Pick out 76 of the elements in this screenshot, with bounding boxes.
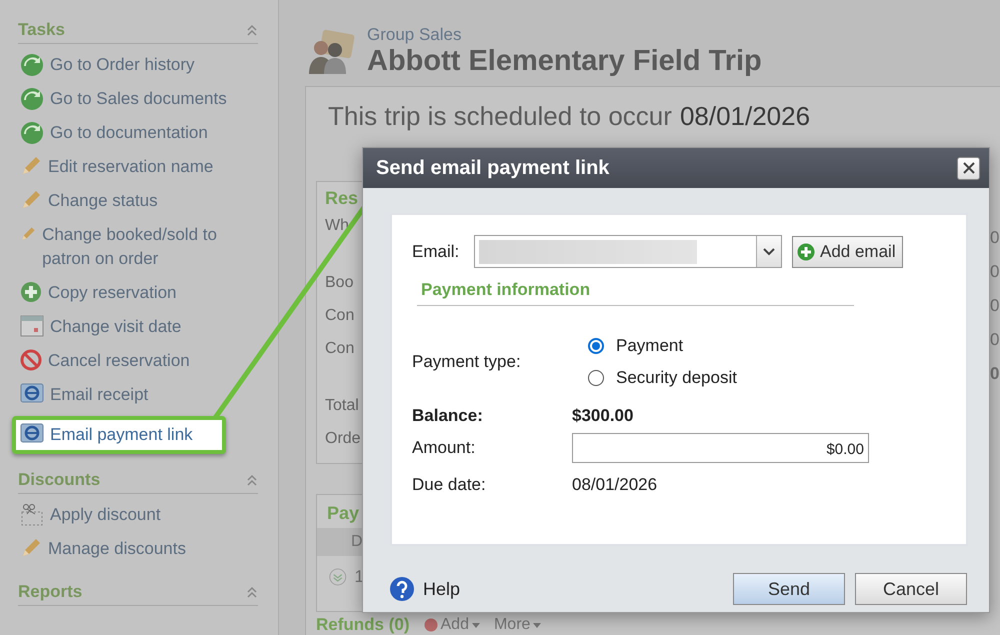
pencil-icon — [20, 537, 42, 559]
panel-title: Refunds (0) — [316, 616, 410, 634]
cancel-button[interactable]: Cancel — [855, 573, 967, 605]
pencil-icon — [20, 155, 42, 177]
balance-value: $300.00 — [572, 406, 634, 426]
close-icon — [962, 161, 976, 175]
field-label: Orde — [325, 429, 361, 449]
section-title: Reports — [18, 582, 82, 602]
amount-field[interactable]: $0.00 — [572, 433, 869, 463]
section-heading: Payment information — [421, 280, 590, 299]
breadcrumb[interactable]: Group Sales — [367, 24, 762, 44]
caret-icon — [763, 248, 775, 256]
task-link[interactable]: Go to Order history — [18, 48, 258, 82]
radio-option[interactable]: Payment — [588, 336, 737, 356]
add-email-button[interactable]: Add email — [792, 236, 903, 268]
value-text: 0 — [990, 295, 1000, 317]
collapse-icon[interactable] — [246, 586, 258, 598]
calendar-icon — [20, 315, 44, 337]
field-label: Con — [325, 339, 354, 359]
field-label: Con — [325, 306, 354, 326]
panel-title: Res — [325, 188, 358, 209]
page-title: Abbott Elementary Field Trip — [367, 44, 762, 78]
email-dropdown[interactable] — [474, 235, 782, 268]
payment-type-label: Payment type: — [412, 352, 522, 372]
field-label: Total — [325, 396, 359, 416]
close-button[interactable] — [957, 156, 980, 180]
section-title: Tasks — [18, 20, 65, 40]
task-link[interactable]: Edit reservation name — [18, 150, 258, 184]
scissors-icon — [20, 503, 44, 527]
column-header: D — [317, 528, 364, 556]
field-label: Wh — [325, 216, 349, 236]
collapse-icon[interactable] — [246, 24, 258, 36]
due-date-value: 08/01/2026 — [572, 475, 658, 495]
task-link[interactable]: Copy reservation — [18, 276, 258, 310]
email-icon — [20, 383, 44, 403]
balance-label: Balance: — [412, 406, 484, 426]
value-text: 0 — [990, 329, 1000, 351]
field-label: Boo — [325, 273, 354, 293]
highlighted-task-link[interactable]: Email payment link — [12, 416, 226, 454]
schedule-date: 08/01/2026 — [680, 101, 810, 132]
collapse-icon[interactable] — [246, 474, 258, 486]
value-text: 0 — [990, 261, 1000, 283]
task-link[interactable]: Go to documentation — [18, 116, 258, 150]
plus-icon — [797, 242, 815, 260]
task-link[interactable]: Manage discounts — [18, 532, 258, 566]
value-text: 0 — [990, 363, 1000, 385]
panel-title: Pay — [327, 503, 360, 524]
help-link[interactable]: Help — [389, 576, 460, 602]
send-button[interactable]: Send — [733, 573, 845, 605]
due-date-label: Due date: — [412, 475, 487, 495]
email-label: Email: — [412, 242, 460, 262]
task-link[interactable]: Change visit date — [18, 310, 258, 344]
email-icon — [20, 423, 44, 443]
dialog-title: Send email payment link — [376, 156, 610, 180]
task-link[interactable]: Change status — [18, 184, 258, 218]
task-link[interactable]: Cancel reservation — [18, 344, 258, 378]
schedule-text: This trip is scheduled to occur — [328, 101, 672, 132]
caret-icon — [472, 622, 480, 628]
task-link[interactable]: Change booked/sold to patron on order — [18, 218, 258, 276]
add-menu-button[interactable]: Add — [424, 616, 480, 634]
value-text: 0 — [990, 227, 1000, 249]
caret-icon — [533, 622, 542, 628]
task-link[interactable]: Email receipt — [18, 378, 258, 412]
section-title: Discounts — [18, 470, 100, 490]
help-icon — [389, 576, 415, 602]
add-icon — [424, 618, 438, 632]
radio-option[interactable]: Security deposit — [588, 368, 737, 388]
pencil-icon — [20, 189, 42, 211]
task-link[interactable]: Apply discount — [18, 498, 258, 532]
expand-icon[interactable] — [329, 566, 347, 588]
more-menu-button[interactable]: More — [494, 616, 542, 634]
plus-icon — [20, 281, 42, 303]
amount-label: Amount: — [412, 438, 476, 458]
table-cell: 1 — [354, 567, 364, 587]
prohibited-icon — [20, 349, 42, 371]
task-link[interactable]: Go to Sales documents — [18, 82, 258, 116]
